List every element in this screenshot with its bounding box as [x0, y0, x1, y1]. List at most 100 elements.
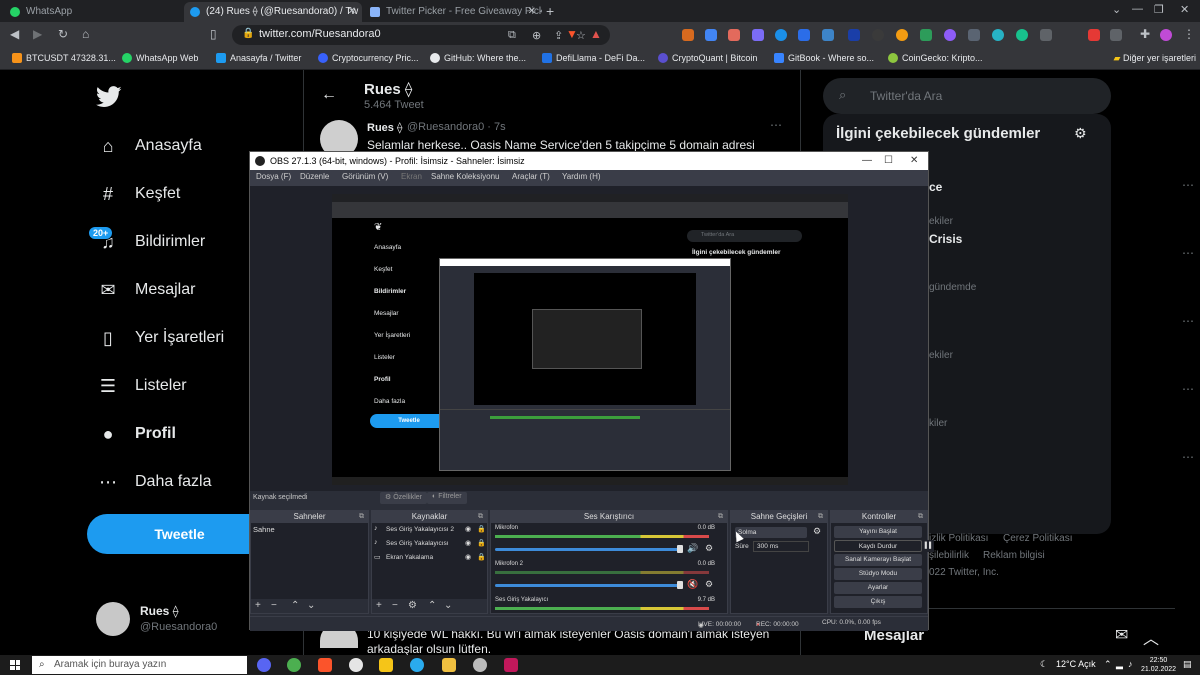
extension-icon[interactable] [1110, 29, 1122, 41]
new-tab-button[interactable]: + [546, 2, 554, 20]
extension-icon[interactable] [920, 29, 932, 41]
start-streaming-button[interactable]: Yayını Başlat [834, 526, 922, 538]
nav-more[interactable]: ⋯ Daha fazla [96, 467, 212, 497]
keplr-icon[interactable] [752, 29, 764, 41]
menu-edit[interactable]: Düzenle [300, 172, 329, 181]
minimize-icon[interactable]: — [862, 152, 872, 170]
gear-icon[interactable]: ⚙ [705, 579, 713, 590]
properties-button[interactable]: ⚙ Özellikler [380, 492, 428, 504]
add-icon[interactable]: + [376, 599, 382, 613]
menu-docks[interactable]: Ekran [401, 172, 422, 181]
lock-icon[interactable]: 🔒 [477, 553, 486, 561]
back-icon[interactable]: ◀ [10, 27, 19, 41]
extension-icon[interactable] [968, 29, 980, 41]
sticky-notes-icon[interactable] [379, 658, 393, 672]
source-item[interactable]: Ses Giriş Yakalayıcısı 2 [386, 526, 454, 533]
tweet-button[interactable]: Tweetle [87, 514, 272, 554]
share-icon[interactable]: ⇪ [554, 29, 563, 42]
close-icon[interactable]: ✕ [910, 152, 918, 170]
bookmark-item[interactable]: BTCUSDT 47328.31... [12, 53, 116, 63]
new-message-icon[interactable]: ✉ [1115, 625, 1128, 645]
duration-input[interactable]: 300 ms [753, 541, 809, 552]
more-icon[interactable]: ⋯ [770, 118, 782, 132]
nav-bookmarks[interactable]: ▯ Yer İşaretleri [96, 323, 224, 353]
bookmark-item[interactable]: GitBook - Where so... [774, 53, 874, 63]
chrome-icon[interactable] [287, 658, 301, 672]
stop-recording-button[interactable]: Kaydı Durdur [834, 540, 922, 552]
menu-file[interactable]: Dosya (F) [256, 172, 291, 181]
tab-whatsapp[interactable]: WhatsApp [4, 2, 182, 22]
menu-icon[interactable]: ⋮ [1183, 27, 1195, 41]
trend-item[interactable]: Crisis [929, 232, 962, 246]
gear-icon[interactable]: ⚙ [705, 543, 713, 554]
clock[interactable]: 22:50 21.02.2022 [1141, 656, 1176, 674]
scene-item[interactable]: Sahne [253, 525, 275, 534]
eye-icon[interactable]: ◉ [465, 539, 471, 547]
taskbar-search-input[interactable]: ⌕ Aramak için buraya yazın [32, 656, 247, 674]
home-browser-icon[interactable]: ⌂ [82, 27, 89, 41]
obs-preview-area[interactable]: ❦ Anasayfa Keşfet Bildirimler Mesajlar Y… [250, 186, 928, 491]
reload-icon[interactable]: ↻ [58, 27, 68, 41]
nav-profile[interactable]: ● Profil [96, 419, 176, 449]
network-icon[interactable]: ▂ [1116, 659, 1123, 670]
volume-slider-knob[interactable] [677, 581, 683, 589]
footer-link[interactable]: şilebilirlik [929, 550, 969, 561]
volume-icon[interactable]: ♪ [1128, 659, 1133, 669]
tab-twitter[interactable]: (24) Rues ⟠ (@Ruesandora0) / Tw ✕ [184, 2, 362, 22]
address-bar[interactable]: 🔒 twitter.com/Ruesandora0 ⧉ ⊕ ⇪ ☆ [232, 25, 610, 45]
translate-icon[interactable] [705, 29, 717, 41]
extension-icon[interactable] [1088, 29, 1100, 41]
twitter-logo-icon[interactable] [96, 86, 122, 108]
bookmark-item[interactable]: Anasayfa / Twitter [216, 53, 301, 63]
more-icon[interactable]: ⋯ [1182, 314, 1194, 328]
gear-icon[interactable]: ⚙ [408, 599, 417, 613]
windows-start-icon[interactable] [10, 660, 20, 670]
remove-icon[interactable]: − [271, 599, 277, 613]
extension-icon[interactable] [1016, 29, 1028, 41]
close-tab-icon[interactable]: ✕ [348, 2, 356, 22]
eye-icon[interactable]: ◉ [465, 553, 471, 561]
transition-select[interactable]: Solma [735, 527, 807, 538]
extension-icon[interactable] [798, 29, 810, 41]
minimize-icon[interactable]: — [1132, 3, 1143, 15]
undock-icon[interactable]: ⧉ [818, 511, 823, 523]
undock-icon[interactable]: ⧉ [918, 511, 923, 523]
nav-home[interactable]: ⌂ Anasayfa [96, 131, 202, 161]
obs-icon[interactable] [349, 658, 363, 672]
close-window-icon[interactable]: ✕ [1180, 3, 1189, 16]
move-down-icon[interactable]: ⌄ [444, 599, 452, 613]
speaker-icon[interactable]: 🔊 [687, 543, 698, 554]
muted-speaker-icon[interactable]: 🔇 [687, 579, 698, 590]
menu-scene-collection[interactable]: Sahne Koleksiyonu [431, 172, 500, 181]
tweet-author-name[interactable]: Rues ⟠ [367, 121, 402, 134]
nav-lists[interactable]: ☰ Listeler [96, 371, 187, 401]
menu-help[interactable]: Yardım (H) [562, 172, 601, 181]
more-icon[interactable]: ⋯ [1182, 178, 1194, 192]
settings-button[interactable]: Ayarlar [834, 582, 922, 594]
footer-link[interactable]: Çerez Politikası [1003, 533, 1072, 544]
bookmark-item[interactable]: DefiLlama - DeFi Da... [542, 53, 645, 63]
undock-icon[interactable]: ⧉ [718, 511, 723, 523]
footer-link[interactable]: izlik Politikası [929, 533, 988, 544]
bookmark-item[interactable]: Cryptocurrency Pric... [318, 53, 419, 63]
lock-icon[interactable]: 🔒 [477, 539, 486, 547]
forward-icon[interactable]: ▶ [33, 27, 42, 41]
studio-mode-button[interactable]: Stüdyo Modu [834, 568, 922, 580]
menu-view[interactable]: Görünüm (V) [342, 172, 388, 181]
volume-slider[interactable] [495, 584, 679, 587]
gear-icon[interactable]: ⚙ [1074, 125, 1087, 142]
install-icon[interactable]: ⧉ [508, 29, 516, 42]
notifications-icon[interactable]: ▤ [1183, 659, 1192, 670]
extension-icon[interactable] [848, 29, 860, 41]
exit-button[interactable]: Çıkış [834, 596, 922, 608]
source-item[interactable]: Ekran Yakalama [386, 554, 433, 561]
close-tab-icon[interactable]: ✕ [528, 2, 536, 22]
brave-icon[interactable] [318, 658, 332, 672]
tab-search-icon[interactable]: ⌄ [1112, 3, 1121, 16]
filters-button[interactable]: ◐ Filtreler [427, 492, 467, 504]
extensions-icon[interactable]: ✚ [1140, 27, 1150, 41]
telegram-icon[interactable] [410, 658, 424, 672]
maximize-icon[interactable]: ☐ [884, 152, 893, 170]
extension-icon[interactable] [728, 29, 740, 41]
other-bookmarks[interactable]: ▰ Diğer yer işaretleri [1114, 53, 1196, 64]
